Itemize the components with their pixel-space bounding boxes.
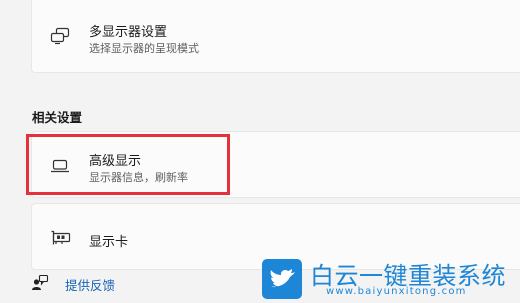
graphics-card-title: 显示卡 [89, 235, 129, 250]
watermark-logo [262, 259, 302, 299]
multi-display-icon [50, 27, 70, 49]
related-settings-header: 相关设置 [32, 110, 83, 125]
multi-display-subtitle: 选择显示器的呈现模式 [89, 42, 199, 55]
watermark-url: www.baiyunxitong.com [326, 286, 467, 297]
bird-icon [270, 269, 295, 288]
highlight-box [26, 134, 230, 195]
graphics-card-icon [50, 230, 72, 250]
give-feedback-link[interactable]: 提供反馈 [65, 275, 115, 294]
watermark: 白云一键重装系统 www.baiyunxitong.com [262, 258, 520, 303]
multi-display-title: 多显示器设置 [89, 25, 168, 40]
feedback-icon [31, 274, 49, 295]
